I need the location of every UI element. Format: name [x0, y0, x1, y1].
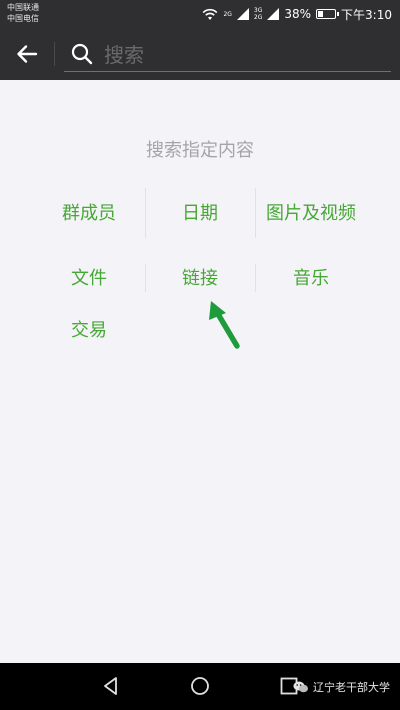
signal-1-type: 2G	[223, 10, 232, 18]
battery-level	[318, 11, 324, 17]
clock: 下午3:10	[341, 7, 392, 22]
search-input[interactable]	[102, 40, 386, 70]
category-group-members[interactable]: 群成员	[34, 188, 144, 238]
category-images-videos[interactable]: 图片及视频	[256, 188, 366, 238]
search-box[interactable]	[64, 38, 391, 72]
system-nav-bar: 辽宁老干部大学	[0, 663, 400, 710]
status-bar: 中国联通 中国电信 2G 3G 2G 38% 下午3:10	[0, 0, 400, 28]
status-indicators: 2G 3G 2G 38% 下午3:10	[202, 0, 392, 28]
nav-home-icon[interactable]	[189, 675, 211, 697]
signal-icon	[236, 8, 249, 20]
section-title: 搜索指定内容	[146, 140, 254, 161]
battery-icon	[316, 9, 340, 19]
search-category-panel: 搜索指定内容 群成员 日期 图片及视频 文件 链接 音乐 交易	[0, 80, 400, 663]
category-music[interactable]: 音乐	[256, 264, 366, 292]
category-files[interactable]: 文件	[34, 264, 144, 292]
search-toolbar	[0, 28, 400, 80]
watermark-text: 辽宁老干部大学	[313, 681, 390, 694]
signal-icon	[267, 8, 280, 20]
carrier-info: 中国联通 中国电信	[7, 2, 39, 24]
toolbar-divider	[54, 42, 55, 66]
carrier-2: 中国电信	[7, 14, 39, 23]
wifi-icon	[203, 8, 218, 20]
category-transactions[interactable]: 交易	[34, 316, 144, 344]
carrier-1: 中国联通	[7, 3, 39, 12]
search-icon	[71, 43, 93, 65]
wechat-icon	[293, 681, 308, 693]
battery-percent: 38%	[284, 7, 312, 21]
category-date[interactable]: 日期	[145, 188, 255, 238]
nav-back-icon[interactable]	[100, 675, 122, 697]
back-arrow-icon[interactable]	[14, 41, 40, 67]
signal-2-tag: 3G 2G	[254, 7, 262, 21]
signal-2-type-bottom: 2G	[253, 14, 263, 21]
signal-1-tag: 2G	[223, 11, 231, 18]
annotation-arrow-icon	[209, 301, 240, 349]
category-links[interactable]: 链接	[145, 264, 255, 292]
watermark: 辽宁老干部大学	[293, 679, 390, 695]
signal-2-type-top: 3G	[253, 7, 263, 14]
